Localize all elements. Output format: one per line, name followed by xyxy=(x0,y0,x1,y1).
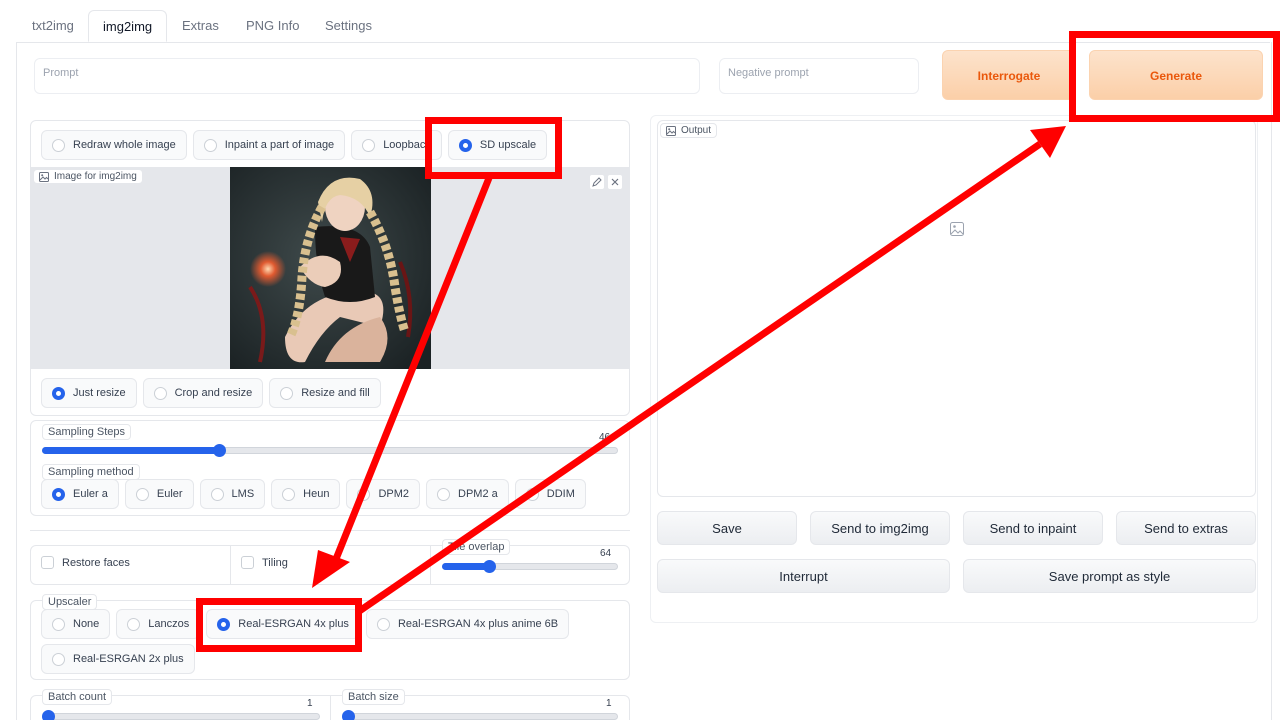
arrowhead-icon xyxy=(1030,126,1066,158)
annotation-arrows xyxy=(312,126,1066,615)
arrow-line-to-generate xyxy=(356,141,1042,615)
tab-img2img[interactable]: img2img xyxy=(88,10,168,42)
arrowhead-icon xyxy=(312,550,350,588)
arrow-line-to-upscaler xyxy=(330,176,493,566)
